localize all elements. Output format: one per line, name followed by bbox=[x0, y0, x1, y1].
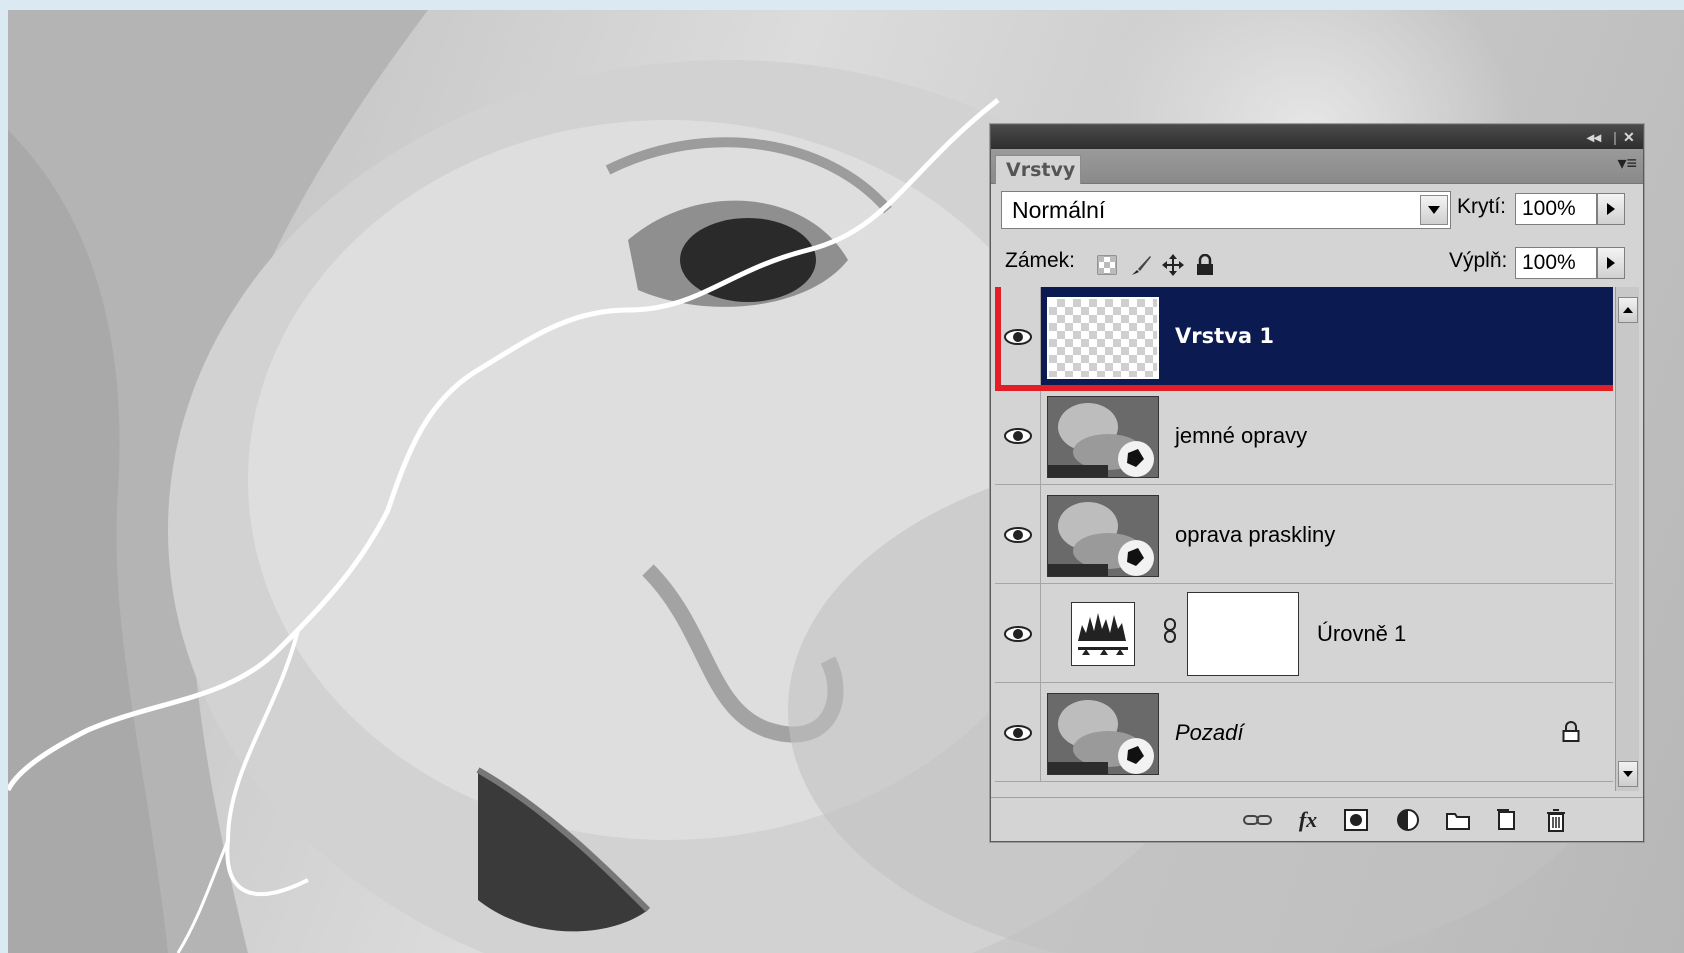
panel-titlebar[interactable]: ◂◂ | ✕ bbox=[991, 125, 1643, 149]
lock-label: Zámek: bbox=[1005, 249, 1076, 272]
layer-row-urovne-1[interactable]: Úrovně 1 bbox=[995, 584, 1613, 683]
layer-name[interactable]: oprava praskliny bbox=[1175, 485, 1335, 584]
lock-all-icon[interactable] bbox=[1193, 253, 1217, 277]
chevron-down-icon[interactable] bbox=[1420, 195, 1448, 225]
opacity-input[interactable]: 100% bbox=[1515, 193, 1597, 225]
link-layers-icon[interactable] bbox=[1243, 806, 1273, 834]
visibility-eye-icon[interactable] bbox=[995, 683, 1041, 782]
layer-row-pozadi[interactable]: Pozadí bbox=[995, 683, 1613, 782]
scroll-down-button[interactable] bbox=[1618, 761, 1638, 787]
chevron-up-icon bbox=[1623, 307, 1633, 313]
fill-input[interactable]: 100% bbox=[1515, 247, 1597, 279]
close-icon[interactable]: ✕ bbox=[1623, 128, 1635, 146]
panel-menu-icon[interactable]: ▾≡ bbox=[1617, 153, 1637, 174]
layer-lock-icon bbox=[1561, 721, 1581, 743]
blend-mode-value: Normální bbox=[1012, 197, 1106, 223]
chevron-right-icon bbox=[1607, 203, 1615, 215]
chevron-right-icon bbox=[1607, 257, 1615, 269]
layer-row-oprava-praskliny[interactable]: oprava praskliny bbox=[995, 485, 1613, 584]
layer-style-fx-icon[interactable]: fx bbox=[1293, 806, 1323, 834]
layer-name[interactable]: Vrstva 1 bbox=[1175, 287, 1274, 386]
fill-label: Výplň: bbox=[1449, 249, 1508, 272]
opacity-label: Krytí: bbox=[1457, 195, 1507, 218]
layer-row-vrstva-1[interactable]: Vrstva 1 bbox=[995, 287, 1613, 386]
layer-thumbnail-transparent bbox=[1047, 297, 1159, 379]
layer-name[interactable]: Pozadí bbox=[1175, 683, 1244, 782]
lock-transparent-pixels-icon[interactable] bbox=[1095, 253, 1119, 277]
layer-thumbnail-photo bbox=[1047, 396, 1159, 478]
visibility-eye-icon[interactable] bbox=[995, 386, 1041, 485]
fill-slider-button[interactable] bbox=[1597, 247, 1625, 279]
tab-layers[interactable]: Vrstvy bbox=[995, 155, 1081, 184]
collapse-icon[interactable]: ◂◂ bbox=[1587, 128, 1601, 146]
new-layer-icon[interactable] bbox=[1491, 806, 1521, 834]
lock-image-pixels-icon[interactable] bbox=[1129, 253, 1153, 277]
layer-name[interactable]: Úrovně 1 bbox=[1317, 584, 1406, 683]
layer-name[interactable]: jemné opravy bbox=[1175, 386, 1307, 485]
lock-position-icon[interactable] bbox=[1161, 253, 1185, 277]
layer-mask-icon[interactable] bbox=[1341, 806, 1371, 834]
titlebar-divider: | bbox=[1613, 129, 1617, 145]
mask-link-icon[interactable] bbox=[1163, 618, 1177, 644]
adjustment-layer-icon[interactable] bbox=[1393, 806, 1423, 834]
layer-thumbnail-photo bbox=[1047, 693, 1159, 775]
visibility-eye-icon[interactable] bbox=[995, 485, 1041, 584]
panel-tab-row: Vrstvy ▾≡ bbox=[991, 149, 1643, 184]
layer-mask-thumbnail[interactable] bbox=[1187, 592, 1299, 676]
blend-mode-select[interactable]: Normální bbox=[1001, 191, 1451, 229]
group-folder-icon[interactable] bbox=[1443, 806, 1473, 834]
layer-thumbnail-photo bbox=[1047, 495, 1159, 577]
layer-row-jemne-opravy[interactable]: jemné opravy bbox=[995, 386, 1613, 485]
trash-icon[interactable] bbox=[1541, 806, 1571, 834]
visibility-eye-icon[interactable] bbox=[995, 287, 1041, 386]
panel-bottom-toolbar: fx bbox=[991, 797, 1643, 842]
scroll-up-button[interactable] bbox=[1618, 297, 1638, 323]
layers-list: Vrstva 1 jemné opravy oprava praskliny Ú… bbox=[995, 287, 1613, 787]
layers-scrollbar[interactable] bbox=[1615, 287, 1639, 791]
chevron-down-icon bbox=[1623, 771, 1633, 777]
visibility-eye-icon[interactable] bbox=[995, 584, 1041, 683]
opacity-slider-button[interactable] bbox=[1597, 193, 1625, 225]
layers-panel: ◂◂ | ✕ Vrstvy ▾≡ Normální Krytí: 100% Zá… bbox=[990, 124, 1644, 842]
levels-adjustment-icon bbox=[1071, 602, 1135, 666]
